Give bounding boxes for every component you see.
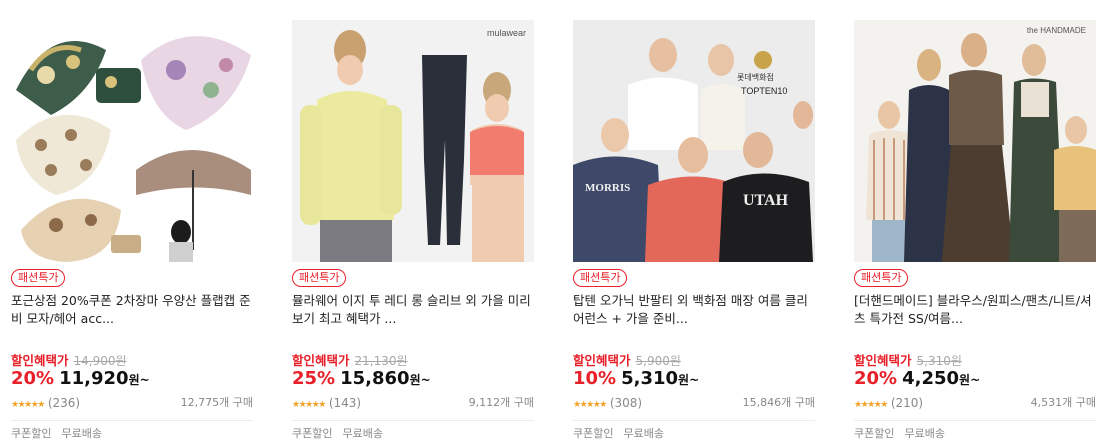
product-card[interactable]: mulawear 패션특가 뮬라웨어 이지 투 레디 롱 슬리브 외 가을 미리…: [292, 20, 534, 444]
benefit-label: 할인혜택가: [854, 353, 912, 368]
price-from-tilde: ~: [420, 373, 431, 387]
currency-unit: 원: [678, 373, 690, 387]
price-from-tilde: ~: [139, 373, 150, 387]
benefit-tags: 쿠폰할인 무료배송: [573, 427, 664, 441]
benefit-tags: 쿠폰할인 무료배송: [854, 427, 945, 441]
tshirts-product-photo: [573, 20, 815, 262]
purchase-count: 12,775개 구매: [180, 396, 253, 409]
product-card[interactable]: 패션특가 포근상점 20%쿠폰 2차장마 우양산 플랩캡 준비 모자/헤어 ac…: [11, 20, 253, 444]
review-count: (308): [609, 396, 643, 410]
review-count: (143): [328, 396, 362, 410]
brand-mark-handmade: the HANDMADE: [1026, 26, 1086, 35]
activewear-product-photo: [292, 20, 534, 262]
product-grid: 패션특가 포근상점 20%쿠폰 2차장마 우양산 플랩캡 준비 모자/헤어 ac…: [0, 0, 1113, 444]
star-rating-icon: ★★★★★: [854, 400, 888, 410]
original-price: 14,900원: [73, 354, 127, 368]
discount-rate: 10%: [573, 368, 617, 389]
rating: ★★★★★ (143): [292, 396, 361, 412]
coupon-tag: 쿠폰할인: [854, 427, 895, 440]
product-image[interactable]: mulawear: [292, 20, 534, 262]
coupon-tag: 쿠폰할인: [573, 427, 614, 440]
product-title[interactable]: [더핸드메이드] 블라우스/원피스/팬츠/니트/셔츠 특가전 SS/여름...: [854, 292, 1096, 328]
divider: [11, 420, 253, 421]
divider: [292, 420, 534, 421]
sale-price: 11,920: [59, 368, 129, 389]
star-rating-icon: ★★★★★: [573, 400, 607, 410]
price-from-tilde: ~: [970, 373, 981, 387]
original-price: 5,900원: [635, 354, 681, 368]
product-card[interactable]: MORRIS UTAH 롯데백화점 TOPTEN10 패션특가 탑텐 오가닉 반…: [573, 20, 815, 444]
coupon-tag: 쿠폰할인: [11, 427, 52, 440]
product-title[interactable]: 뮬라웨어 이지 투 레디 롱 슬리브 외 가을 미리보기 최고 혜택가 ...: [292, 292, 534, 328]
benefit-tags: 쿠폰할인 무료배송: [11, 427, 102, 441]
benefit-label: 할인혜택가: [573, 353, 631, 368]
divider: [573, 420, 815, 421]
brand-mark-lotte: 롯데백화점: [737, 73, 774, 82]
fashion-deal-badge: 패션특가: [292, 269, 347, 287]
rating: ★★★★★ (308): [573, 396, 642, 412]
product-image[interactable]: [11, 20, 253, 262]
purchase-count: 15,846개 구매: [742, 396, 815, 409]
shirt-print-morris: MORRIS: [585, 182, 631, 194]
sale-price: 4,250: [902, 368, 960, 389]
rating: ★★★★★ (210): [854, 396, 923, 412]
original-price: 5,310원: [916, 354, 962, 368]
shirt-print-utah: UTAH: [743, 192, 789, 209]
sale-price-row: 20% 11,920원~: [11, 367, 150, 392]
discount-rate: 20%: [11, 368, 55, 389]
free-shipping-tag: 무료배송: [904, 427, 945, 440]
currency-unit: 원: [959, 373, 971, 387]
price-from-tilde: ~: [689, 373, 700, 387]
benefit-tags: 쿠폰할인 무료배송: [292, 427, 383, 441]
fashion-deal-badge: 패션특가: [573, 269, 628, 287]
sale-price-row: 25% 15,860원~: [292, 367, 431, 392]
product-image[interactable]: MORRIS UTAH 롯데백화점 TOPTEN10: [573, 20, 815, 262]
currency-unit: 원: [128, 373, 140, 387]
fashion-deal-badge: 패션특가: [11, 269, 66, 287]
product-title[interactable]: 포근상점 20%쿠폰 2차장마 우양산 플랩캡 준비 모자/헤어 acc...: [11, 292, 253, 328]
fashion-deal-badge: 패션특가: [854, 269, 909, 287]
sale-price-row: 20% 4,250원~: [854, 367, 980, 392]
original-price: 21,130원: [354, 354, 408, 368]
star-rating-icon: ★★★★★: [11, 400, 45, 410]
benefit-label: 할인혜택가: [292, 353, 350, 368]
discount-rate: 20%: [854, 368, 898, 389]
sale-price: 5,310: [621, 368, 679, 389]
rating: ★★★★★ (236): [11, 396, 80, 412]
free-shipping-tag: 무료배송: [342, 427, 383, 440]
sale-price: 15,860: [340, 368, 410, 389]
product-card[interactable]: the HANDMADE 패션특가 [더핸드메이드] 블라우스/원피스/팬츠/니…: [854, 20, 1096, 444]
discount-rate: 25%: [292, 368, 336, 389]
brand-mark-mulawear: mulawear: [486, 28, 526, 38]
coupon-tag: 쿠폰할인: [292, 427, 333, 440]
purchase-count: 9,112개 구매: [468, 396, 534, 409]
star-rating-icon: ★★★★★: [292, 400, 326, 410]
womenswear-product-photo: [854, 20, 1096, 262]
currency-unit: 원: [409, 373, 421, 387]
umbrella-product-photo: [11, 20, 253, 262]
product-title[interactable]: 탑텐 오가닉 반팔티 외 백화점 매장 여름 클리어런스 + 가을 준비...: [573, 292, 815, 328]
product-image[interactable]: the HANDMADE: [854, 20, 1096, 262]
review-count: (210): [890, 396, 924, 410]
review-count: (236): [47, 396, 81, 410]
brand-mark-topten: TOPTEN10: [741, 86, 788, 96]
free-shipping-tag: 무료배송: [61, 427, 102, 440]
purchase-count: 4,531개 구매: [1030, 396, 1096, 409]
benefit-label: 할인혜택가: [11, 353, 69, 368]
divider: [854, 420, 1096, 421]
sale-price-row: 10% 5,310원~: [573, 367, 699, 392]
free-shipping-tag: 무료배송: [623, 427, 664, 440]
